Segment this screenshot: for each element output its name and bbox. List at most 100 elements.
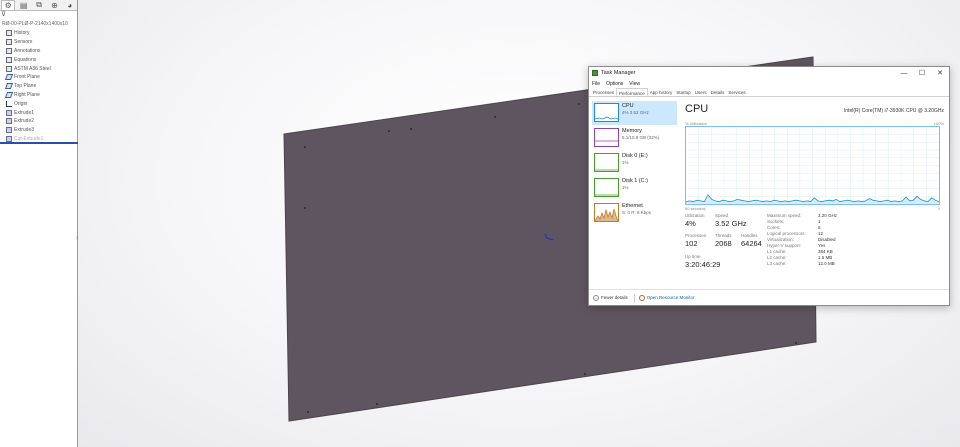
resource-title: Disk 0 (E:) [622, 153, 648, 159]
resource-sparkline [594, 128, 619, 147]
extrude-icon [6, 118, 12, 125]
stat-value: 4% [685, 219, 696, 228]
resource-item[interactable]: Memory 5.1/15.8 GB (32%) [592, 126, 677, 150]
configuration-manager-icon[interactable]: ⧉ [32, 0, 46, 10]
tab-performance[interactable]: Performance [616, 88, 648, 96]
display-manager-icon[interactable]: ◕ [63, 0, 77, 10]
tree-item[interactable]: Equations [0, 55, 77, 64]
tab-processes[interactable]: Processes [591, 88, 616, 96]
resource-item[interactable]: CPU 4% 3.52 GHz [592, 101, 677, 125]
feature-tree-icon[interactable]: ⚙ [1, 0, 16, 10]
origin-icon [6, 100, 12, 107]
minimize-button[interactable]: — [895, 70, 913, 77]
cpu-spec-list: Maximum speed: 3.20 GHz Sockets: 1 Cores: 6 Lo… [767, 213, 867, 267]
resource-title: Disk 1 (C:) [622, 178, 648, 184]
stat-value: 3.52 GHz [715, 219, 747, 228]
tree-item-label: Top Plane [14, 83, 37, 90]
tab-users[interactable]: Users [693, 88, 709, 96]
resource-sparkline [594, 103, 619, 122]
tree-item[interactable]: Front Plane [0, 73, 77, 82]
tab-app-history[interactable]: App history [648, 88, 675, 96]
resource-sparkline [594, 178, 619, 197]
tree-item-label: Annotations [14, 47, 41, 54]
tab-details[interactable]: Details [709, 88, 727, 96]
stat-value: 102 [685, 239, 698, 248]
tree-item[interactable]: Top Plane [0, 82, 77, 91]
resource-item[interactable]: Disk 1 (C:) 1% [592, 176, 677, 200]
plane-icon [4, 91, 14, 98]
footer-bar: ^ Fewer details Open Resource Monitor [589, 289, 949, 305]
stat-value: 64264 [741, 239, 762, 248]
stat-threads: Threads 2068 [715, 233, 732, 248]
resource-subtitle: S: 0 R: 8 Kbps [622, 210, 652, 215]
tree-item[interactable]: Extrude1 [0, 108, 77, 117]
stat-uptime: Up time 3:20:46:29 [685, 254, 720, 269]
resource-info: Ethernet S: 0 R: 8 Kbps [622, 203, 651, 215]
tree-item[interactable]: ASTM A36 Steel [0, 64, 77, 73]
tree-item[interactable]: Extrude2 [0, 117, 77, 126]
chevron-up-icon: ^ [593, 294, 599, 301]
graph-end-label: 0 [937, 206, 940, 211]
close-button[interactable]: ✕ [931, 69, 949, 77]
tree-item[interactable]: Annotations [0, 47, 77, 56]
stat-value: 3:20:46:29 [685, 260, 721, 269]
maximize-button[interactable]: ☐ [913, 69, 931, 77]
tab-services[interactable]: Services [726, 88, 747, 96]
tab-strip: Processes Performance App history Startu… [589, 88, 949, 97]
resource-item[interactable]: Ethernet S: 0 R: 8 Kbps [592, 201, 677, 225]
feature-manager-tabs: ⚙ ▤ ⧉ ⊕ ◕ [0, 0, 77, 11]
tree-item[interactable]: Extrude3 [0, 126, 77, 135]
resource-monitor-icon [638, 294, 645, 301]
tree-item[interactable]: Right Plane [0, 91, 77, 100]
menu-options[interactable]: Options [606, 81, 623, 87]
material-icon [6, 65, 12, 72]
tab-startup[interactable]: Startup [674, 88, 693, 96]
annotations-icon [6, 47, 12, 54]
fewer-details-label: Fewer details [601, 295, 628, 300]
resource-info: CPU 4% 3.52 GHz [622, 103, 649, 115]
tree-item-label: History [14, 30, 30, 37]
cpu-utilization-graph[interactable] [685, 126, 940, 205]
fewer-details-link[interactable]: ^ Fewer details [593, 294, 628, 301]
resource-subtitle: 5.1/15.8 GB (32%) [622, 135, 660, 140]
tree-item[interactable]: History [0, 29, 77, 38]
menu-view[interactable]: View [629, 81, 640, 87]
cpu-heading: CPU [685, 103, 709, 115]
tree-item-label: Front Plane [14, 74, 40, 81]
plane-icon [4, 74, 14, 81]
stat-handles: Handles 64264 [741, 233, 762, 248]
dimxpert-icon[interactable]: ⊕ [47, 0, 61, 10]
panel-collapse-handle[interactable]: ‹ [76, 232, 81, 244]
open-resource-monitor-link[interactable]: Open Resource Monitor [638, 294, 695, 301]
tree-item-label: Extrude2 [14, 118, 35, 125]
title-bar[interactable]: Task Manager — ☐ ✕ [589, 67, 949, 79]
rollback-bar[interactable] [0, 142, 78, 144]
divider [633, 293, 635, 302]
resource-subtitle: 1% [622, 160, 629, 165]
tree-item-label: Extrude1 [14, 109, 35, 116]
tree-item[interactable]: Sensors [0, 38, 77, 47]
resource-subtitle: 4% 3.52 GHz [622, 110, 649, 115]
tree-item[interactable]: Origin [0, 99, 77, 108]
stat-processes: Processes 102 [685, 233, 706, 248]
resource-info: Memory 5.1/15.8 GB (32%) [622, 128, 659, 140]
stat-utilization: Utilization 4% [685, 213, 705, 228]
tree-item-label: Origin [14, 100, 28, 107]
graph-time-label: 60 seconds [685, 206, 706, 211]
part-root-node[interactable]: RØ-00-PLØ-P-2140x1400x10 [0, 19, 77, 29]
menu-file[interactable]: File [592, 81, 600, 87]
cpu-detail-pane: CPU Intel(R) Core(TM) i7-3930K CPU @ 3.2… [684, 103, 946, 289]
resource-title: Ethernet [622, 203, 643, 209]
spec-key: L3 cache: [767, 261, 787, 266]
stat-value: 2068 [715, 239, 732, 248]
tree-item-label: ASTM A36 Steel [14, 65, 51, 72]
graph-grid [686, 127, 939, 204]
menu-bar: File Options View [589, 79, 949, 88]
filter-icon[interactable]: ⊽ [0, 11, 77, 19]
resource-info: Disk 1 (C:) 1% [622, 178, 648, 190]
resource-sparkline [594, 153, 619, 172]
task-manager-window[interactable]: Task Manager — ☐ ✕ File Options View Pro… [588, 66, 950, 306]
resource-item[interactable]: Disk 0 (E:) 1% [592, 151, 677, 175]
stat-speed: Speed 3.52 GHz [715, 213, 747, 228]
property-manager-icon[interactable]: ▤ [16, 0, 30, 10]
